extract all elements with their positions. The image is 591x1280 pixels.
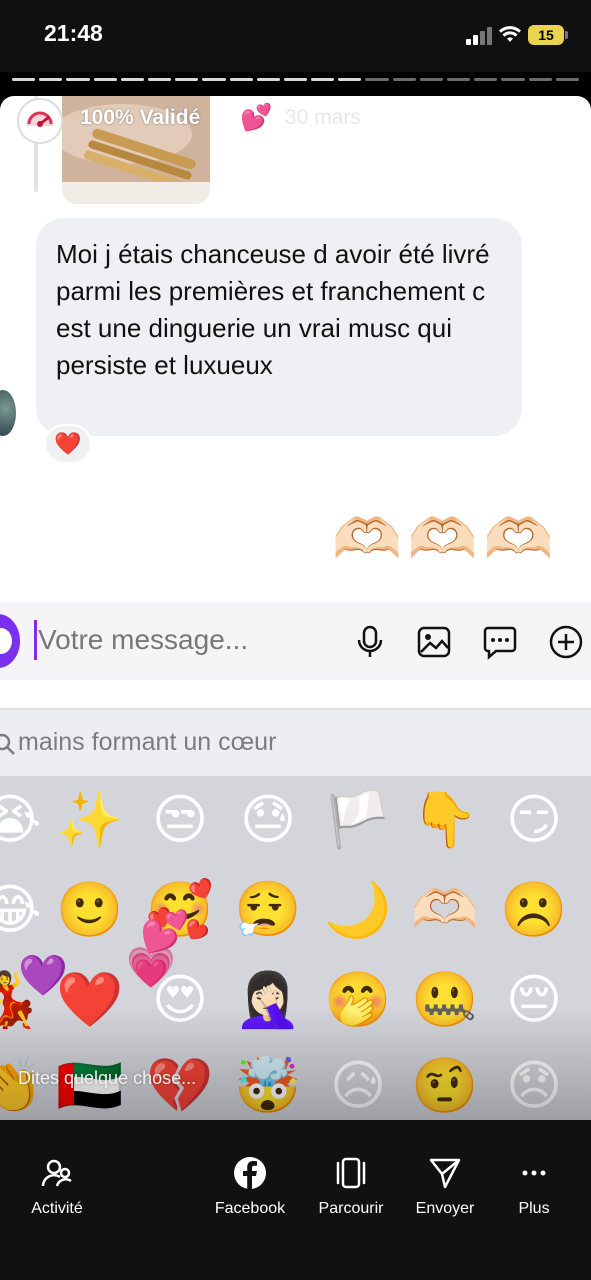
message-input[interactable] <box>38 616 338 664</box>
floating-heart: 💕 <box>140 910 190 954</box>
emoji-key[interactable]: 😭 <box>0 780 50 860</box>
progress-segment <box>338 78 362 81</box>
emoji-key[interactable]: 😥 <box>318 1046 398 1120</box>
mic-icon[interactable] <box>352 624 388 660</box>
progress-segment <box>419 78 443 81</box>
progress-segment <box>392 78 416 81</box>
text-cursor <box>34 620 37 660</box>
nav-browse[interactable]: Parcourir <box>306 1156 396 1218</box>
message-composer <box>0 602 591 680</box>
emoji-keyboard: 👏 🇦🇪 💔 🤯 😥 🤨 😞 💃 ❤️ 😍 🤦🏻‍♀️ 🤭 🤐 😔 😂 🙂 🥰 😮‍💨 🌙 🫶🏻 ☹️ 😭 ✨ 😒 😓 🏳️ 👇 😏 … <box>0 776 591 1120</box>
sent-heart-hands-emojis: 🫶🏻🫶🏻🫶🏻 <box>332 507 560 570</box>
nav-label-facebook: Facebook <box>214 1200 286 1217</box>
cellular-signal-icon <box>466 27 492 45</box>
emoji-row: 💃 ❤️ 😍 🤦🏻‍♀️ 🤭 🤐 😔 <box>0 960 591 1050</box>
emoji-key[interactable]: 🌙 <box>318 870 398 950</box>
progress-segment <box>175 78 199 81</box>
nav-activity[interactable]: Activité <box>12 1156 102 1218</box>
story-card[interactable]: 100% Validé 💕 30 mars ••• Moi j étais ch… <box>0 96 591 1120</box>
progress-segment <box>93 78 117 81</box>
heart-reaction[interactable]: ❤️ <box>44 424 92 464</box>
activity-icon <box>41 1159 72 1187</box>
avatar[interactable] <box>17 98 63 144</box>
search-icon <box>0 733 15 755</box>
nav-label-send: Envoyer <box>415 1200 475 1217</box>
plus-icon[interactable] <box>548 624 584 660</box>
emoji-search-bar[interactable]: mains formant un cœur <box>0 708 591 776</box>
reply-overlay-text: Dites quelque chose... <box>18 1068 197 1088</box>
story-username[interactable]: 100% Validé <box>80 106 200 130</box>
emoji-key[interactable]: 🏳️ <box>318 780 398 860</box>
progress-segment <box>365 78 389 81</box>
emoji-key[interactable]: 🤐 <box>405 960 485 1040</box>
nav-label-activity: Activité <box>31 1200 83 1217</box>
emoji-key[interactable]: 😞 <box>494 1046 574 1120</box>
progress-segment <box>12 78 36 81</box>
progress-segment <box>66 78 90 81</box>
battery-indicator: 15 <box>528 25 568 45</box>
send-icon <box>429 1158 461 1189</box>
nav-facebook[interactable]: Facebook <box>205 1156 295 1218</box>
emoji-key[interactable]: 🤭 <box>318 960 398 1040</box>
nav-more[interactable]: Plus <box>489 1156 579 1218</box>
status-bar: 21:48 15 <box>0 0 591 72</box>
emoji-key[interactable]: 🤯 <box>228 1046 308 1120</box>
progress-segment <box>283 78 308 81</box>
emoji-key[interactable]: 🤨 <box>405 1046 485 1120</box>
progress-segment <box>501 78 525 81</box>
more-icon <box>522 1170 546 1176</box>
emoji-row: 😂 🙂 🥰 😮‍💨 🌙 🫶🏻 ☹️ <box>0 870 591 960</box>
two-hearts-icon: 💕 <box>240 102 273 132</box>
progress-segment <box>311 78 335 81</box>
emoji-key[interactable]: 🙂 <box>50 870 130 950</box>
bottom-navigation: Activité Facebook Parcourir Envoyer Plus <box>0 1120 591 1280</box>
story-progress-bar <box>12 78 579 82</box>
progress-segment <box>229 78 253 81</box>
nav-label-more: Plus <box>518 1200 550 1217</box>
emoji-key[interactable]: ✨ <box>50 780 130 860</box>
status-time: 21:48 <box>44 20 103 46</box>
browse-icon <box>336 1157 366 1189</box>
gallery-icon[interactable] <box>416 624 452 660</box>
message-bubble: Moi j étais chanceuse d avoir été livré … <box>36 218 522 436</box>
story-date: 30 mars <box>285 106 361 129</box>
progress-segment <box>447 78 471 81</box>
emoji-row: 😭 ✨ 😒 😓 🏳️ 👇 😏 <box>0 780 591 870</box>
emoji-key[interactable]: 😮‍💨 <box>228 870 308 950</box>
emoji-key[interactable]: 😏 <box>494 780 574 860</box>
progress-segment <box>555 78 579 81</box>
emoji-key[interactable]: 🤦🏻‍♀️ <box>228 960 308 1040</box>
progress-segment <box>39 78 63 81</box>
emoji-key[interactable]: 😂 <box>0 870 50 950</box>
message-text: Moi j étais chanceuse d avoir été livré … <box>56 239 490 380</box>
wifi-icon <box>499 26 521 42</box>
progress-segment <box>202 78 226 81</box>
nav-label-browse: Parcourir <box>318 1200 384 1217</box>
more-options-icon[interactable]: ••• <box>492 104 518 130</box>
progress-segment <box>120 78 144 81</box>
progress-segment <box>474 78 498 81</box>
camera-button[interactable] <box>0 614 20 668</box>
emoji-key[interactable]: ☹️ <box>494 870 574 950</box>
emoji-key[interactable]: 👇 <box>405 780 485 860</box>
emoji-key[interactable]: 😔 <box>494 960 574 1040</box>
nav-send[interactable]: Envoyer <box>400 1156 490 1218</box>
close-icon[interactable] <box>546 100 578 132</box>
emoji-key[interactable]: 😓 <box>228 780 308 860</box>
emoji-search-query[interactable]: mains formant un cœur <box>18 728 276 757</box>
sticker-icon[interactable] <box>482 624 518 660</box>
emoji-key[interactable]: 🫶🏻 <box>405 870 485 950</box>
facebook-icon <box>234 1157 266 1189</box>
progress-segment <box>147 78 172 81</box>
emoji-key[interactable]: 😒 <box>140 780 220 860</box>
sender-avatar <box>0 390 16 436</box>
story-header: 100% Validé 💕 30 mars ••• <box>0 96 591 146</box>
floating-heart: 💜 <box>18 954 68 998</box>
progress-segment <box>256 78 280 81</box>
progress-segment <box>528 78 552 81</box>
